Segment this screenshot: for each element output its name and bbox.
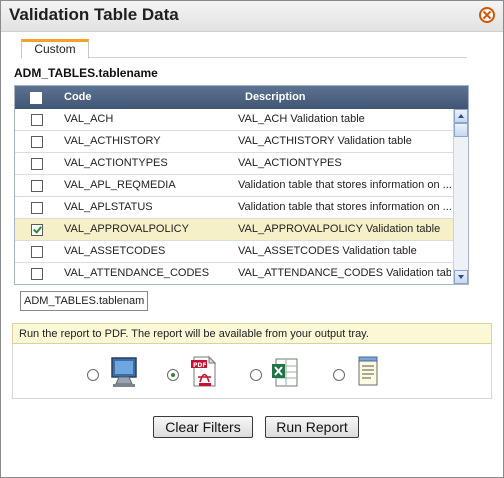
row-code: VAL_APLSTATUS	[64, 201, 153, 213]
grid-vertical-scrollbar[interactable]	[453, 109, 468, 284]
row-code: VAL_ATTENDANCE_CODES	[64, 267, 210, 279]
column-header-code[interactable]: Code	[64, 91, 92, 103]
table-row[interactable]: VAL_ACTHISTORY VAL_ACTHISTORY Validation …	[15, 131, 453, 153]
run-report-button[interactable]: Run Report	[265, 416, 359, 438]
scroll-down-icon[interactable]	[454, 270, 468, 284]
scroll-thumb[interactable]	[454, 123, 468, 137]
table-row[interactable]: VAL_ASSETCODES VAL_ASSETCODES Validation …	[15, 241, 453, 263]
row-checkbox[interactable]	[31, 246, 43, 258]
row-description: VAL_ACH Validation table	[238, 113, 365, 125]
row-code: VAL_APL_REQMEDIA	[64, 179, 176, 191]
table-row[interactable]: VAL_ACH VAL_ACH Validation table	[15, 109, 453, 131]
table-row[interactable]: VAL_APL_REQMEDIA Validation table that st…	[15, 175, 453, 197]
row-code: VAL_APPROVALPOLICY	[64, 223, 189, 235]
filter-input[interactable]	[20, 291, 148, 311]
row-checkbox[interactable]	[31, 158, 43, 170]
row-code: VAL_ACH	[64, 113, 114, 125]
radio-format-excel[interactable]	[250, 369, 262, 381]
row-code: VAL_ACTHISTORY	[64, 135, 161, 147]
title-bar: Validation Table Data	[1, 1, 503, 32]
radio-format-text[interactable]	[333, 369, 345, 381]
row-description: VAL_ACTIONTYPES	[238, 157, 342, 169]
notepad-icon	[358, 356, 378, 386]
row-checkbox[interactable]	[31, 202, 43, 214]
radio-format-screen[interactable]	[87, 369, 99, 381]
validation-grid: Code Description VAL_ACH VAL_ACH Validati…	[14, 85, 469, 285]
column-header-description[interactable]: Description	[245, 91, 306, 103]
row-code: VAL_ACTIONTYPES	[64, 157, 168, 169]
row-checkbox[interactable]	[31, 268, 43, 280]
validation-table-dialog: Validation Table Data Custom ADM_TABLES.…	[0, 0, 504, 478]
row-checkbox[interactable]	[31, 114, 43, 126]
select-all-checkbox[interactable]	[30, 92, 42, 104]
scroll-up-icon[interactable]	[454, 109, 468, 123]
pdf-icon: PDF	[191, 355, 217, 387]
table-row[interactable]: VAL_ACTIONTYPES VAL_ACTIONTYPES	[15, 153, 453, 175]
dialog-title: Validation Table Data	[9, 5, 179, 24]
row-code: VAL_ASSETCODES	[64, 245, 166, 257]
tab-custom[interactable]: Custom	[21, 39, 89, 59]
clear-filters-button[interactable]: Clear Filters	[153, 416, 253, 438]
monitor-icon	[111, 357, 137, 387]
row-description: VAL_APPROVALPOLICY Validation table	[238, 223, 441, 235]
output-info-message: Run the report to PDF. The report will b…	[12, 323, 492, 344]
excel-icon	[272, 358, 298, 387]
grid-rows: VAL_ACH VAL_ACH Validation table VAL_ACTHI…	[15, 109, 453, 284]
row-description: VAL_ATTENDANCE_CODES Validation table	[238, 267, 451, 279]
svg-text:PDF: PDF	[193, 362, 206, 369]
table-row[interactable]: VAL_APPROVALPOLICY VAL_APPROVALPOLICY Val…	[15, 219, 453, 241]
grid-header: Code Description	[15, 86, 468, 109]
table-row[interactable]: VAL_ATTENDANCE_CODES VAL_ATTENDANCE_CODES…	[15, 263, 453, 284]
table-row[interactable]: VAL_APLSTATUS Validation table that store…	[15, 197, 453, 219]
close-icon[interactable]	[479, 7, 495, 23]
row-checkbox[interactable]	[31, 136, 43, 148]
row-checkbox[interactable]	[31, 180, 43, 192]
row-description: VAL_ACTHISTORY Validation table	[238, 135, 412, 147]
radio-format-pdf[interactable]	[167, 369, 179, 381]
output-format-options: PDF	[12, 344, 492, 399]
row-description: Validation table that stores information…	[238, 201, 451, 213]
row-description: Validation table that stores information…	[238, 179, 451, 191]
row-description: VAL_ASSETCODES Validation table	[238, 245, 417, 257]
row-checkbox[interactable]	[31, 224, 43, 236]
table-field-label: ADM_TABLES.tablename	[14, 66, 158, 80]
